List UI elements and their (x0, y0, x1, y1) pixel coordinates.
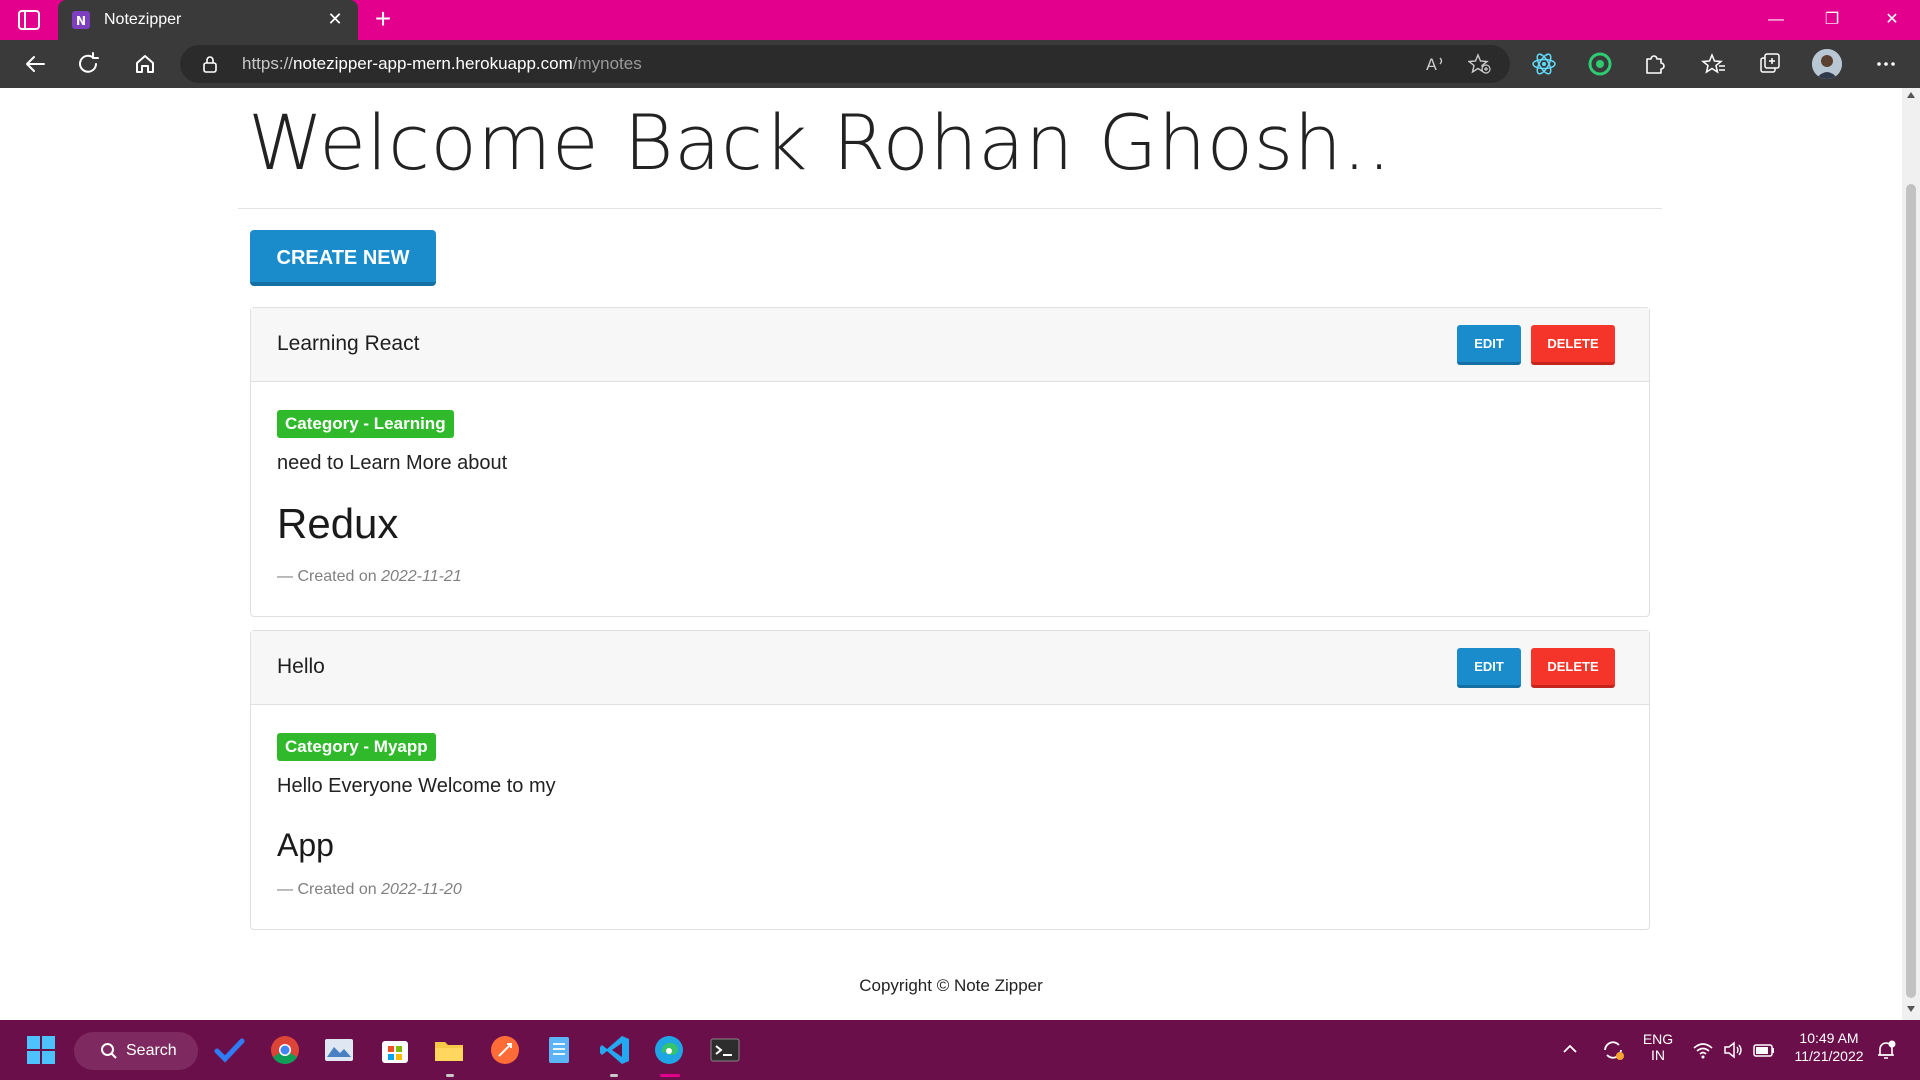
note-title[interactable]: Learning React (277, 332, 419, 356)
note-content-text: Hello Everyone Welcome to my (277, 775, 556, 797)
note-card: Learning React EDIT DELETE Category - Le… (250, 307, 1650, 617)
note-title[interactable]: Hello (277, 655, 325, 679)
running-app-indicator (610, 1074, 618, 1077)
tab-title: Notezipper (104, 11, 182, 28)
created-date: 2022-11-21 (381, 568, 462, 585)
create-new-note-button[interactable]: CREATE NEW NOTE (250, 230, 436, 325)
windows-taskbar: Search ENG IN 10:49 AM 11/21/2022 (0, 1020, 1920, 1080)
note-created-line: — Created on 2022-11-21 (277, 568, 462, 586)
browser-title-bar: N Notezipper ✕ + — ❐ ✕ (0, 0, 1920, 40)
postman-icon[interactable] (488, 1033, 522, 1067)
edit-button[interactable]: EDIT (1457, 648, 1521, 688)
search-icon (101, 1043, 117, 1059)
extension-green-ring-icon[interactable] (1586, 50, 1614, 78)
browser-tab-active[interactable]: N Notezipper ✕ (58, 0, 358, 40)
note-content-text: need to Learn More about (277, 452, 508, 474)
back-icon[interactable] (18, 48, 52, 80)
restore-icon[interactable]: ❐ (1804, 0, 1860, 40)
edit-button[interactable]: EDIT (1457, 325, 1521, 365)
more-options-icon[interactable] (1872, 50, 1900, 78)
vertical-scrollbar[interactable] (1902, 88, 1920, 1020)
show-hidden-icons-chevron-icon[interactable] (1562, 1042, 1578, 1056)
url-scheme: https:// (242, 54, 294, 73)
profile-avatar-icon (1812, 49, 1842, 79)
delete-button[interactable]: DELETE (1531, 325, 1615, 365)
language-code: ENG (1642, 1031, 1674, 1047)
edge-icon[interactable] (652, 1033, 686, 1067)
profile-avatar[interactable] (1812, 49, 1842, 79)
scroll-up-arrow-icon[interactable] (1907, 92, 1915, 98)
battery-icon[interactable] (1752, 1040, 1776, 1060)
favorites-icon[interactable] (1700, 50, 1728, 78)
svg-text:N: N (76, 14, 86, 28)
note-content-heading: App (277, 827, 334, 863)
note-card: Hello EDIT DELETE Category - Myapp Hello… (250, 630, 1650, 930)
add-favorite-icon[interactable] (1468, 53, 1492, 75)
delete-button[interactable]: DELETE (1531, 648, 1615, 688)
scrollbar-thumb[interactable] (1906, 184, 1916, 998)
tab-close-icon[interactable]: ✕ (324, 8, 346, 30)
wifi-icon[interactable] (1692, 1040, 1714, 1060)
created-prefix: — Created on (277, 881, 377, 898)
active-app-indicator (660, 1074, 680, 1077)
notifications-bell-icon[interactable] (1874, 1038, 1898, 1062)
note-card-header[interactable]: Hello EDIT DELETE (251, 631, 1649, 705)
url-text[interactable]: https://notezipper-app-mern.herokuapp.co… (242, 54, 642, 74)
react-devtools-icon[interactable] (1530, 50, 1558, 78)
window-close-icon[interactable]: ✕ (1864, 0, 1920, 40)
home-icon[interactable] (128, 48, 162, 80)
vscode-icon[interactable] (598, 1033, 632, 1067)
file-explorer-icon[interactable] (432, 1033, 466, 1067)
created-date: 2022-11-20 (381, 881, 462, 898)
onenote-favicon-icon: N (72, 11, 90, 29)
svg-text:A: A (1426, 55, 1437, 74)
taskbar-search-button[interactable]: Search (74, 1032, 198, 1070)
tab-actions-icon[interactable] (18, 10, 40, 30)
page-viewport: Welcome Back Rohan Ghosh.. CREATE NEW NO… (0, 88, 1902, 1020)
sync-icon[interactable] (1600, 1038, 1626, 1062)
extensions-puzzle-icon[interactable] (1640, 50, 1668, 78)
welcome-heading: Welcome Back Rohan Ghosh.. (248, 98, 1392, 187)
browser-toolbar: https://notezipper-app-mern.herokuapp.co… (0, 40, 1920, 88)
region-code: IN (1651, 1047, 1665, 1063)
scroll-down-arrow-icon[interactable] (1907, 1006, 1915, 1012)
new-tab-button[interactable]: + (368, 5, 398, 35)
created-prefix: — Created on (277, 568, 377, 585)
address-bar[interactable]: https://notezipper-app-mern.herokuapp.co… (180, 45, 1510, 83)
heading-divider (238, 208, 1662, 209)
category-badge: Category - Myapp (277, 733, 436, 761)
collections-icon[interactable] (1756, 50, 1784, 78)
page-footer: Copyright © Note Zipper (859, 976, 1043, 995)
running-app-indicator (446, 1074, 454, 1077)
lock-icon[interactable] (202, 55, 218, 73)
language-indicator[interactable]: ENG IN (1640, 1031, 1676, 1063)
note-card-header[interactable]: Learning React EDIT DELETE (251, 308, 1649, 382)
clock-date: 11/21/2022 (1794, 1048, 1864, 1064)
url-path: /mynotes (572, 54, 642, 73)
clock-time: 10:49 AM (1799, 1030, 1859, 1046)
terminal-icon[interactable] (708, 1033, 742, 1067)
url-host: notezipper-app-mern.herokuapp.com (293, 54, 573, 73)
category-badge: Category - Learning (277, 410, 454, 438)
notepad-icon[interactable] (542, 1033, 576, 1067)
windows-start-icon[interactable] (24, 1033, 58, 1067)
store-icon[interactable] (378, 1033, 412, 1067)
clock[interactable]: 10:49 AM 11/21/2022 (1790, 1030, 1868, 1064)
taskbar-search-label: Search (126, 1042, 177, 1059)
note-created-line: — Created on 2022-11-20 (277, 881, 462, 899)
todo-icon[interactable] (212, 1033, 246, 1067)
refresh-icon[interactable] (72, 48, 106, 80)
note-content-heading: Redux (277, 500, 399, 547)
chrome-icon[interactable] (268, 1033, 302, 1067)
photos-icon[interactable] (322, 1033, 356, 1067)
read-aloud-icon[interactable]: A (1424, 53, 1448, 75)
minimize-icon[interactable]: — (1748, 0, 1804, 40)
volume-icon[interactable] (1722, 1040, 1744, 1060)
